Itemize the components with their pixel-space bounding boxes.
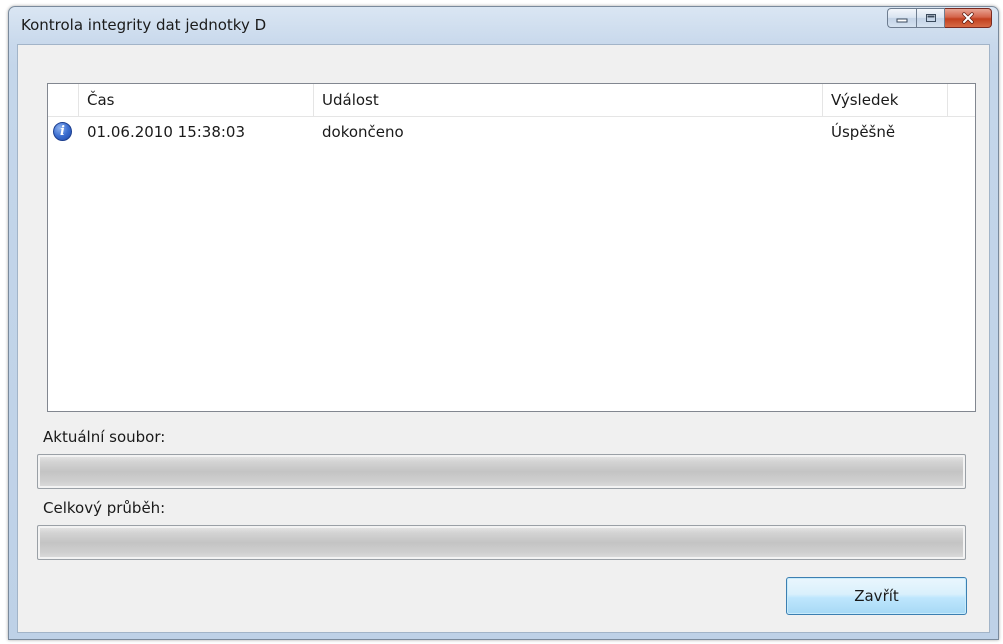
current-file-progress-bar	[37, 454, 966, 489]
minimize-icon	[896, 18, 908, 23]
list-header: Čas Událost Výsledek	[48, 84, 975, 117]
minimize-button[interactable]	[887, 8, 916, 28]
row-time: 01.06.2010 15:38:03	[87, 123, 246, 141]
window-controls	[887, 8, 992, 30]
total-progress-label: Celkový průběh:	[43, 499, 166, 517]
maximize-button[interactable]	[916, 8, 945, 28]
column-header-icon[interactable]	[48, 84, 79, 116]
event-list[interactable]: Čas Událost Výsledek i 01.06.2010 15:38:…	[47, 83, 976, 412]
row-result: Úspěšně	[831, 123, 896, 141]
list-item[interactable]: i 01.06.2010 15:38:03 dokončeno Úspěšně	[48, 117, 975, 147]
close-button[interactable]: Zavřít	[786, 577, 967, 615]
window-close-button[interactable]	[945, 8, 992, 28]
column-header-event[interactable]: Událost	[314, 84, 823, 116]
current-file-label: Aktuální soubor:	[43, 428, 166, 446]
close-icon	[962, 12, 974, 24]
maximize-icon	[925, 14, 936, 22]
title-bar[interactable]: Kontrola integrity dat jednotky D	[9, 7, 998, 43]
window-title: Kontrola integrity dat jednotky D	[21, 16, 267, 34]
info-icon: i	[53, 122, 72, 141]
column-header-result[interactable]: Výsledek	[823, 84, 948, 116]
row-event: dokončeno	[322, 123, 404, 141]
column-header-time[interactable]: Čas	[79, 84, 314, 116]
total-progress-bar	[37, 525, 966, 560]
